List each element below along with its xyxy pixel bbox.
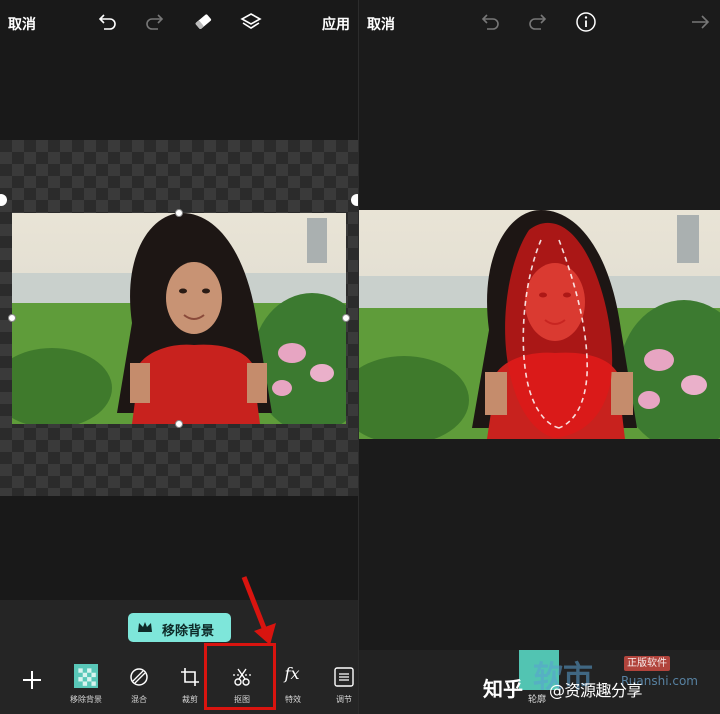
layers-icon[interactable] (240, 11, 262, 33)
tool-label: 移除背景 (70, 695, 102, 704)
eraser-icon[interactable] (192, 11, 214, 33)
cutout-highlight (204, 643, 276, 710)
apply-button[interactable]: 应用 (322, 14, 350, 34)
redo-icon[interactable] (527, 11, 549, 33)
editor-panel-right: 取消 轮廓 软市 正版软件 Ruanshi.com 知乎 @资源趣分享 (359, 0, 720, 714)
watermark-handle: @资源趣分享 (549, 681, 643, 700)
watermark-badge: 正版软件 (624, 656, 670, 671)
adjust-icon (334, 667, 354, 687)
resize-handle-bottom[interactable] (175, 420, 183, 428)
remove-background-button[interactable]: 移除背景 (128, 613, 231, 642)
resize-handle-top[interactable] (175, 209, 183, 217)
resize-handle-right[interactable] (342, 314, 350, 322)
effects-tool[interactable]: fx 特效 (273, 662, 313, 710)
tool-label: 混合 (131, 695, 147, 704)
undo-icon[interactable] (96, 11, 118, 33)
undo-icon[interactable] (479, 11, 501, 33)
photo-layer[interactable] (12, 213, 346, 424)
next-arrow-icon[interactable] (689, 11, 711, 33)
effects-icon: fx (284, 664, 300, 683)
watermark-zhihu: 知乎 (483, 677, 523, 701)
crop-icon (181, 668, 199, 686)
cancel-button[interactable]: 取消 (8, 14, 36, 34)
top-bar: 取消 应用 (0, 0, 358, 44)
adjust-tool[interactable]: 调节 (324, 662, 358, 710)
resize-handle-left[interactable] (8, 314, 16, 322)
tool-label: 调节 (336, 695, 352, 704)
info-icon[interactable] (575, 11, 597, 33)
tool-label: 特效 (285, 695, 301, 704)
blend-tool[interactable]: 混合 (119, 662, 159, 710)
add-icon[interactable] (20, 668, 44, 692)
remove-background-label: 移除背景 (162, 624, 215, 639)
editor-panel-left: 取消 应用 移除背景 移除背景 混合 裁剪 抠图 fx 特效 调节 (0, 0, 358, 714)
remove-bg-tool[interactable]: 移除背景 (66, 662, 106, 710)
photo-with-mask[interactable] (359, 210, 720, 439)
checker-icon (74, 664, 98, 688)
redo-icon[interactable] (144, 11, 166, 33)
crown-icon (138, 622, 152, 632)
blend-icon (130, 668, 148, 686)
cancel-button[interactable]: 取消 (367, 14, 395, 34)
top-bar: 取消 (359, 0, 720, 44)
delete-handle[interactable] (351, 194, 358, 206)
pointer-arrow-icon (241, 576, 276, 645)
